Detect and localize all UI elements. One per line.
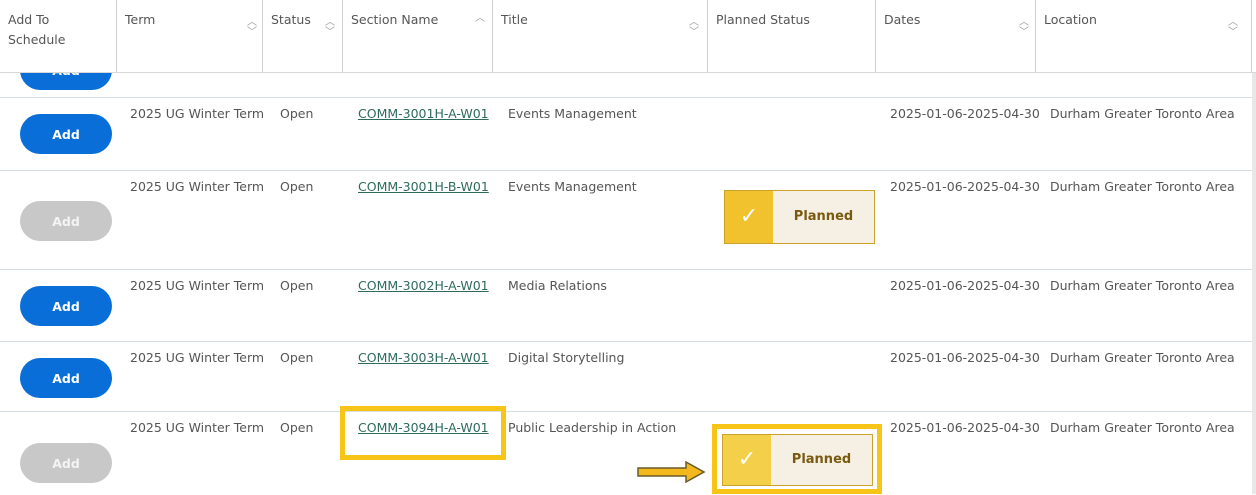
term-cell: 2025 UG Winter Term <box>130 420 265 435</box>
col-header-status[interactable]: Status ︿ ﹀ <box>263 0 343 72</box>
add-button[interactable]: Add <box>20 358 112 398</box>
col-header-dates[interactable]: Dates ︿ ﹀ <box>876 0 1036 72</box>
col-label: Section Name <box>351 12 439 27</box>
title-cell: Media Relations <box>508 278 607 293</box>
dates-cell: 2025-01-06-2025-04-30 <box>890 106 1040 121</box>
section-link[interactable]: COMM-3003H-A-W01 <box>358 350 489 365</box>
col-header-title[interactable]: Title ︿ ﹀ <box>493 0 708 72</box>
sort-arrows-icon[interactable]: ︿ ﹀ <box>689 18 699 38</box>
table-header: Add To Schedule Term ︿ ﹀ Status ︿ ﹀ Sectio… <box>0 0 1256 73</box>
table-row: Add 2025 UG Winter Term Open COMM-3002H-… <box>0 269 1252 342</box>
col-label: Planned Status <box>716 12 810 27</box>
status-cell: Open <box>280 179 314 194</box>
table-row: Add 2025 UG Winter Term Open COMM-3003H-… <box>0 341 1252 412</box>
location-cell: Durham Greater Toronto Area <box>1050 179 1235 194</box>
status-cell: Open <box>280 420 314 435</box>
dates-cell: 2025-01-06-2025-04-30 <box>890 420 1040 435</box>
highlight-box-section <box>340 406 506 460</box>
sort-arrows-icon[interactable]: ︿ <box>475 14 485 24</box>
col-header-planned-status: Planned Status <box>708 0 876 72</box>
location-cell: Durham Greater Toronto Area <box>1050 278 1235 293</box>
add-button-disabled[interactable]: Add <box>20 443 112 483</box>
title-cell: Events Management <box>508 106 637 121</box>
dates-cell: 2025-01-06-2025-04-30 <box>890 179 1040 194</box>
section-link[interactable]: COMM-3001H-A-W01 <box>358 106 489 121</box>
add-button-disabled[interactable]: Add <box>20 201 112 241</box>
location-cell: Durham Greater Toronto Area <box>1050 106 1235 121</box>
col-label: Status <box>271 12 311 27</box>
section-link[interactable]: COMM-3001H-B-W01 <box>358 179 489 194</box>
sort-arrows-icon[interactable]: ︿ ﹀ <box>1019 18 1029 38</box>
table-row: Add 2025 UG Winter Term Open COMM-3001H-… <box>0 97 1252 171</box>
section-link[interactable]: COMM-3002H-A-W01 <box>358 278 489 293</box>
title-cell: Events Management <box>508 179 637 194</box>
col-header-term[interactable]: Term ︿ ﹀ <box>117 0 263 72</box>
col-label: Title <box>501 12 528 27</box>
term-cell: 2025 UG Winter Term <box>130 179 265 194</box>
title-cell: Digital Storytelling <box>508 350 625 365</box>
planned-label: Planned <box>793 209 854 224</box>
term-cell: 2025 UG Winter Term <box>130 278 265 293</box>
sort-arrows-icon[interactable]: ︿ ﹀ <box>1228 18 1238 38</box>
add-button[interactable]: Add <box>20 286 112 326</box>
location-cell: Durham Greater Toronto Area <box>1050 350 1235 365</box>
table-row: Add 2025 UG Winter Term Open COMM-3094H-… <box>0 411 1252 495</box>
add-button[interactable]: Add <box>20 114 112 154</box>
planned-status-badge: ✓ Planned <box>724 190 875 244</box>
right-arrow-icon <box>637 461 706 483</box>
title-cell: Public Leadership in Action <box>508 420 677 435</box>
check-icon: ✓ <box>725 191 773 243</box>
col-label: Add To Schedule <box>8 12 66 47</box>
table-row: Add 2025 UG Winter Term Open COMM-3001H-… <box>0 170 1252 270</box>
status-cell: Open <box>280 106 314 121</box>
status-cell: Open <box>280 350 314 365</box>
term-cell: 2025 UG Winter Term <box>130 350 265 365</box>
highlight-box-planned <box>712 424 882 494</box>
col-label: Location <box>1044 12 1097 27</box>
vertical-scrollbar[interactable] <box>1252 0 1256 494</box>
location-cell: Durham Greater Toronto Area <box>1050 420 1235 435</box>
sort-arrows-icon[interactable]: ︿ ﹀ <box>325 18 335 38</box>
term-cell: 2025 UG Winter Term <box>130 106 265 121</box>
dates-cell: 2025-01-06-2025-04-30 <box>890 278 1040 293</box>
col-header-section-name[interactable]: Section Name ︿ <box>343 0 493 72</box>
sort-arrows-icon[interactable]: ︿ ﹀ <box>247 18 257 38</box>
col-label: Term <box>125 12 156 27</box>
status-cell: Open <box>280 278 314 293</box>
col-header-add-to-schedule: Add To Schedule <box>0 0 117 72</box>
dates-cell: 2025-01-06-2025-04-30 <box>890 350 1040 365</box>
col-header-location[interactable]: Location ︿ ﹀ <box>1036 0 1252 72</box>
col-label: Dates <box>884 12 921 27</box>
